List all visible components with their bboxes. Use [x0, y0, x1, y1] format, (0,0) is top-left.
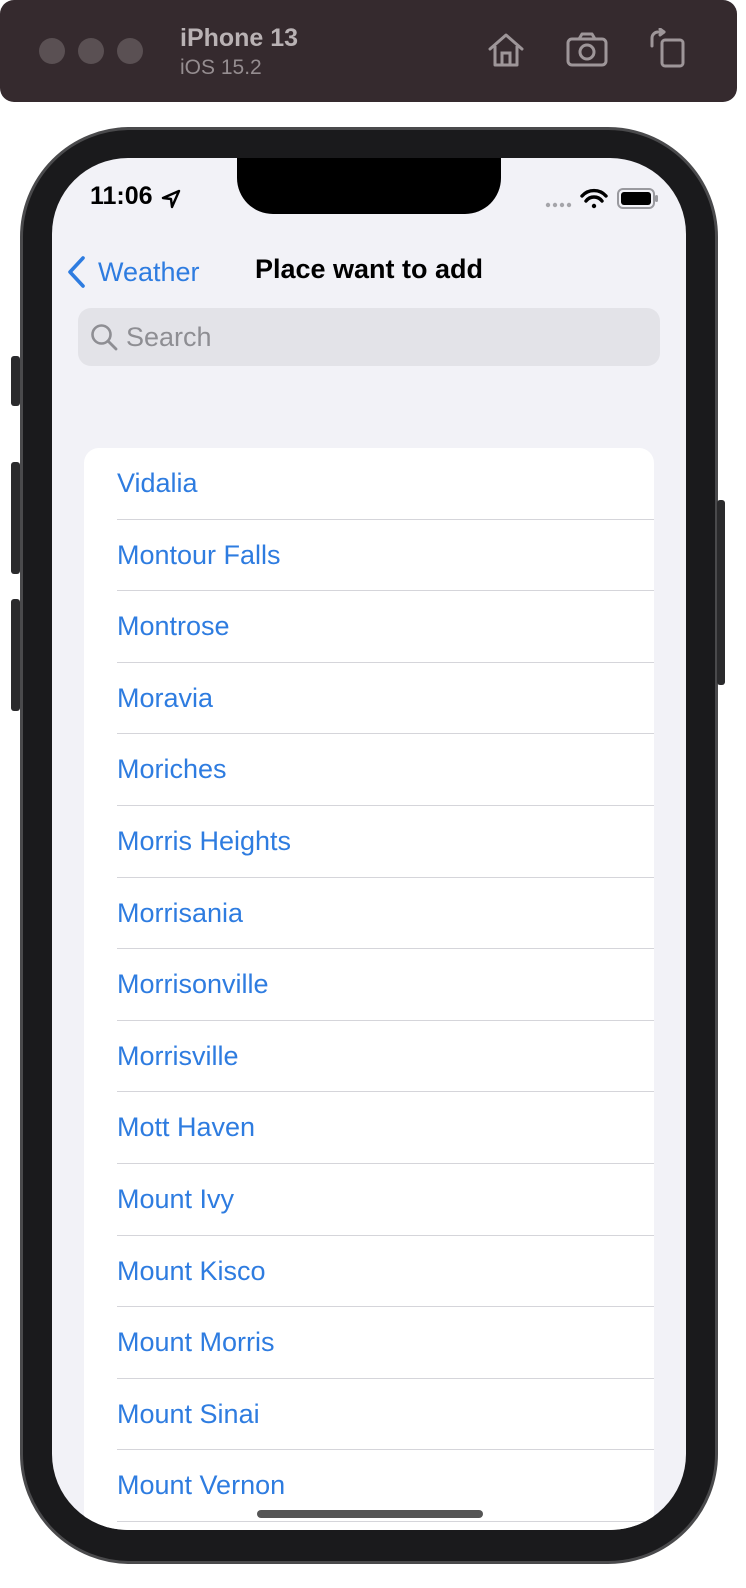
- search-input[interactable]: [126, 308, 646, 366]
- search-icon: [91, 324, 118, 351]
- place-name: Mount Morris: [117, 1327, 275, 1358]
- simulator-toolbar: iPhone 13 iOS 15.2: [0, 0, 737, 102]
- power-button: [717, 500, 725, 685]
- list-item[interactable]: Mountain Lodge Park: [84, 1522, 654, 1530]
- place-name: Montrose: [117, 611, 230, 642]
- list-item[interactable]: Mount Ivy: [84, 1164, 654, 1236]
- list-item[interactable]: Montour Falls: [84, 520, 654, 592]
- list-item[interactable]: Mount Kisco: [84, 1236, 654, 1308]
- place-name: Morrisania: [117, 897, 244, 928]
- phone-screen: 11:06 Weather Place want to add Search V…: [52, 158, 686, 1530]
- place-name: Moriches: [117, 754, 227, 785]
- place-name: Montour Falls: [117, 539, 281, 570]
- rotate-icon[interactable]: [646, 28, 690, 72]
- wifi-icon: [580, 188, 608, 209]
- page-title: Place want to add: [254, 254, 484, 284]
- mute-switch: [11, 356, 20, 406]
- list-item[interactable]: Mount Morris: [84, 1307, 654, 1379]
- home-icon[interactable]: [484, 28, 528, 72]
- place-name: Morrisonville: [117, 969, 269, 1000]
- search-bar[interactable]: [78, 308, 660, 366]
- status-time: 11:06: [90, 182, 153, 210]
- list-item[interactable]: Vidalia: [84, 448, 654, 520]
- place-name: Mount Ivy: [117, 1183, 235, 1214]
- home-indicator[interactable]: [257, 1510, 483, 1518]
- list-item[interactable]: Mount Sinai: [84, 1379, 654, 1451]
- list-item[interactable]: Morrisville: [84, 1021, 654, 1093]
- screenshot-icon[interactable]: [565, 28, 609, 72]
- place-name: Mount Sinai: [117, 1398, 260, 1429]
- place-name: Moravia: [117, 682, 214, 713]
- list-item[interactable]: Morrisonville: [84, 949, 654, 1021]
- list-item[interactable]: Montrose: [84, 591, 654, 663]
- list-item[interactable]: Morrisania: [84, 878, 654, 950]
- list-item[interactable]: Moriches: [84, 734, 654, 806]
- minimize-window-button[interactable]: [78, 38, 104, 64]
- battery-icon: [617, 188, 658, 209]
- places-list: Vidalia Montour Falls Montrose Moravia Moric…: [84, 448, 654, 1530]
- volume-down-button: [11, 599, 20, 711]
- list-item[interactable]: Moravia: [84, 663, 654, 735]
- place-name: Mount Vernon: [117, 1470, 286, 1501]
- place-name: Mount Kisco: [117, 1255, 266, 1286]
- list-item[interactable]: Mott Haven: [84, 1092, 654, 1164]
- device-name: iPhone 13: [180, 24, 299, 52]
- status-icons: [545, 188, 658, 209]
- place-name: Mott Haven: [117, 1112, 256, 1143]
- close-window-button[interactable]: [39, 38, 65, 64]
- place-name: Morris Heights: [117, 825, 292, 856]
- list-item[interactable]: Morris Heights: [84, 806, 654, 878]
- place-name: Morrisville: [117, 1040, 239, 1071]
- os-version: iOS 15.2: [180, 56, 262, 79]
- zoom-window-button[interactable]: [117, 38, 143, 64]
- location-arrow-icon: [161, 189, 181, 209]
- place-name: Vidalia: [117, 468, 198, 498]
- signal-dots-icon: [545, 202, 572, 208]
- notch: [237, 158, 501, 214]
- volume-up-button: [11, 462, 20, 574]
